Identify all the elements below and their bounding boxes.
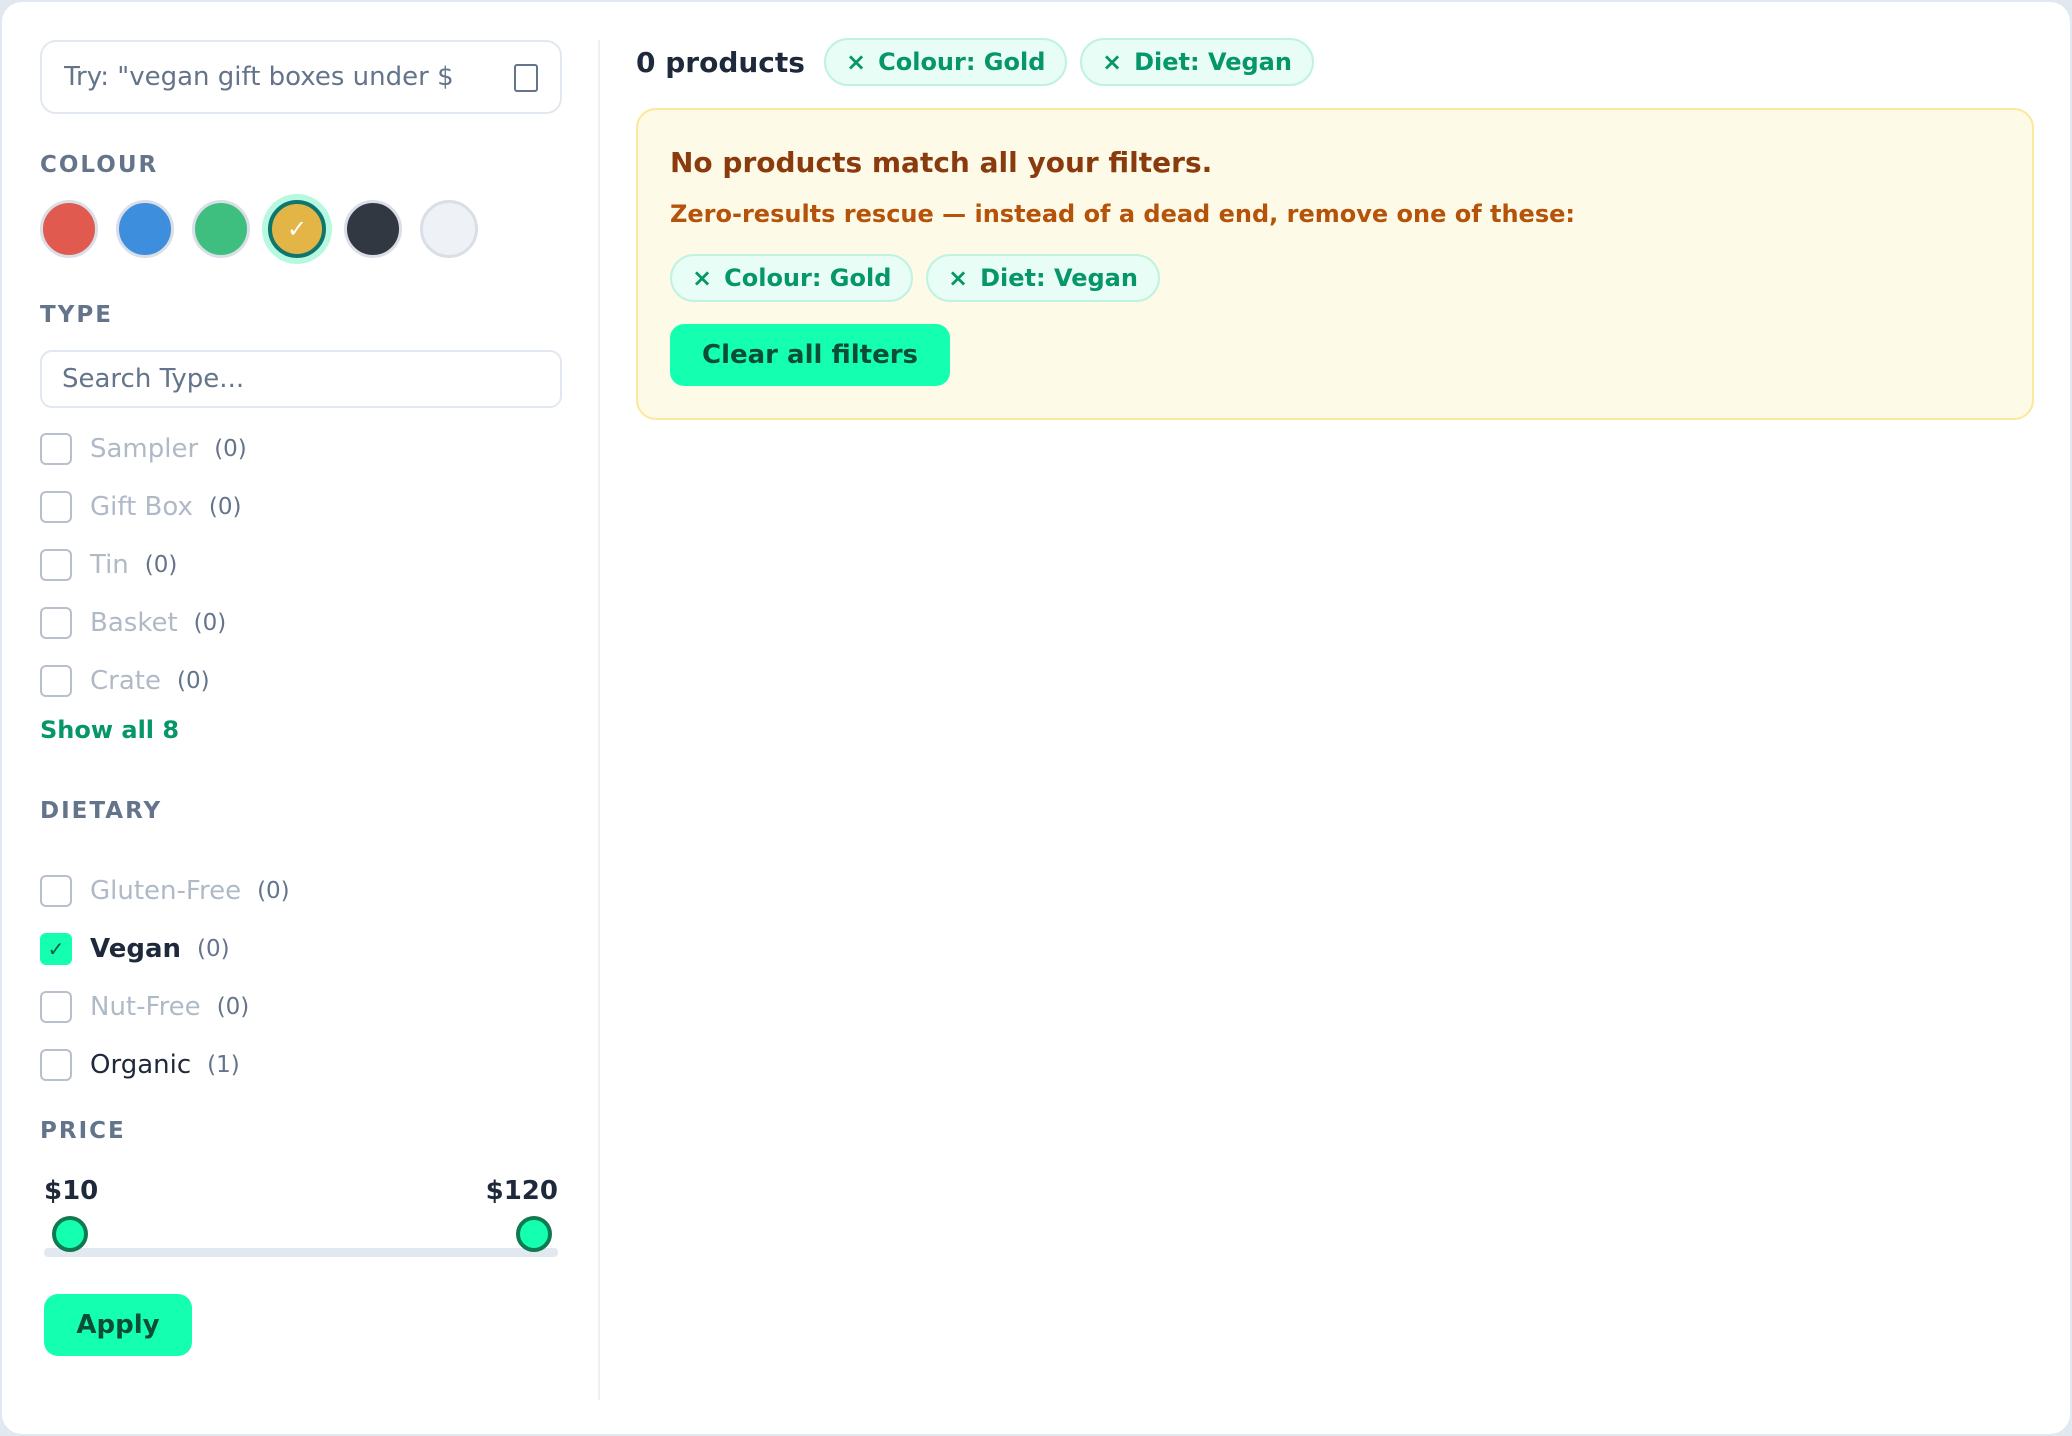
diet-option-gluten-free[interactable]: Gluten-Free (0)	[40, 874, 290, 908]
checkbox[interactable]	[40, 665, 72, 697]
swatch-blue[interactable]	[116, 200, 174, 258]
checkbox[interactable]	[40, 549, 72, 581]
active-filter-chip-colour[interactable]: × Colour: Gold	[824, 38, 1068, 86]
remove-icon: ×	[692, 264, 713, 292]
remove-icon: ×	[1102, 48, 1123, 76]
checkbox[interactable]	[40, 607, 72, 639]
option-label: Gift Box	[90, 492, 193, 522]
option-label: Organic	[90, 1050, 192, 1080]
option-label: Crate	[90, 666, 161, 696]
remove-icon: ×	[846, 48, 867, 76]
alert-subtitle: Zero-results rescue — instead of a dead …	[670, 200, 1575, 228]
option-label: Basket	[90, 608, 178, 638]
rescue-chip-diet[interactable]: × Diet: Vegan	[926, 254, 1160, 302]
swatch-green[interactable]	[192, 200, 250, 258]
option-count: (0)	[176, 668, 210, 694]
type-option-crate[interactable]: Crate (0)	[40, 664, 210, 698]
price-slider-track[interactable]	[44, 1248, 558, 1257]
product-count: 0 products	[636, 46, 805, 79]
option-count: (0)	[208, 494, 242, 520]
alert-title: No products match all your filters.	[670, 146, 1213, 179]
type-search-input[interactable]	[62, 352, 542, 406]
type-section-title: TYPE	[40, 302, 113, 328]
chip-label: Colour: Gold	[878, 48, 1046, 76]
dietary-section-title: DIETARY	[40, 798, 163, 824]
chip-label: Colour: Gold	[724, 264, 892, 292]
swatch-red[interactable]	[40, 200, 98, 258]
show-all-types-link[interactable]: Show all 8	[40, 716, 179, 744]
filter-sidebar: COLOUR ✓ TYPE Sampler (0) Gift Box (0) T…	[40, 40, 562, 1356]
swatch-gold[interactable]: ✓	[268, 200, 326, 258]
option-label: Vegan	[90, 934, 181, 964]
checkbox[interactable]	[40, 491, 72, 523]
diet-option-nut-free[interactable]: Nut-Free (0)	[40, 990, 249, 1024]
type-option-tin[interactable]: Tin (0)	[40, 548, 177, 582]
filter-panel: COLOUR ✓ TYPE Sampler (0) Gift Box (0) T…	[0, 0, 2072, 1436]
option-label: Nut-Free	[90, 992, 201, 1022]
checkbox[interactable]	[40, 875, 72, 907]
checkbox-checked[interactable]: ✓	[40, 933, 72, 965]
option-count: (0)	[257, 878, 290, 904]
option-label: Sampler	[90, 434, 199, 464]
search-box	[40, 40, 562, 114]
diet-option-vegan[interactable]: ✓ Vegan (0)	[40, 932, 230, 966]
type-option-sampler[interactable]: Sampler (0)	[40, 432, 247, 466]
checkbox[interactable]	[40, 433, 72, 465]
option-count: (1)	[207, 1052, 240, 1078]
colour-section-title: COLOUR	[40, 152, 159, 178]
search-icon[interactable]	[514, 64, 538, 92]
rescue-chip-colour[interactable]: × Colour: Gold	[670, 254, 914, 302]
price-slider-min-handle[interactable]	[52, 1216, 88, 1252]
price-max-value: $120	[485, 1176, 558, 1206]
price-min-value: $10	[44, 1176, 99, 1206]
remove-icon: ×	[948, 264, 969, 292]
chip-label: Diet: Vegan	[1134, 48, 1292, 76]
price-section-title: PRICE	[40, 1118, 126, 1144]
checkbox[interactable]	[40, 991, 72, 1023]
option-count: (0)	[214, 436, 247, 462]
option-label: Tin	[90, 550, 129, 580]
price-slider-max-handle[interactable]	[516, 1216, 552, 1252]
search-input[interactable]	[64, 42, 504, 112]
option-label: Gluten-Free	[90, 876, 242, 906]
zero-results-alert: No products match all your filters. Zero…	[636, 108, 2034, 420]
option-count: (0)	[216, 994, 250, 1020]
swatch-black[interactable]	[344, 200, 402, 258]
clear-all-filters-button[interactable]: Clear all filters	[670, 324, 950, 386]
sidebar-divider	[598, 40, 600, 1400]
swatch-white[interactable]	[420, 200, 478, 258]
chip-label: Diet: Vegan	[980, 264, 1138, 292]
option-count: (0)	[144, 552, 178, 578]
option-count: (0)	[193, 610, 227, 636]
checkbox[interactable]	[40, 1049, 72, 1081]
type-option-gift-box[interactable]: Gift Box (0)	[40, 490, 241, 524]
option-count: (0)	[197, 936, 230, 962]
apply-button[interactable]: Apply	[44, 1294, 192, 1356]
type-option-basket[interactable]: Basket (0)	[40, 606, 226, 640]
type-search-box	[40, 350, 562, 408]
active-filter-chip-diet[interactable]: × Diet: Vegan	[1080, 38, 1314, 86]
diet-option-organic[interactable]: Organic (1)	[40, 1048, 240, 1082]
